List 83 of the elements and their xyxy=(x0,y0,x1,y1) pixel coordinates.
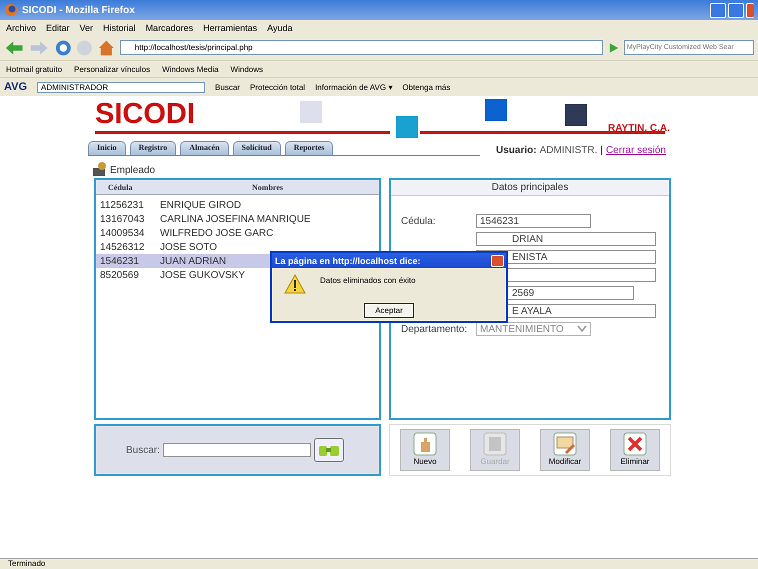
input-field[interactable]: 1546231 xyxy=(476,214,591,228)
action-button[interactable]: Nuevo xyxy=(400,429,450,471)
table-cell: ENRIQUE GIROD xyxy=(160,200,242,210)
minimize-button[interactable] xyxy=(710,2,726,18)
bookmark-link[interactable]: Windows Media xyxy=(162,64,219,74)
back-icon xyxy=(4,40,24,56)
bookmark-link[interactable]: Hotmail gratuito xyxy=(6,64,62,74)
menu-item[interactable]: Ver xyxy=(80,22,94,32)
table-cell-text: 8520569 xyxy=(100,270,140,280)
table-cell-text: 1546231 xyxy=(100,256,140,266)
section-title: Empleado xyxy=(110,165,156,176)
input-field[interactable]: DRIAN xyxy=(476,232,656,246)
toolbar-button[interactable]: Protección total xyxy=(250,82,306,92)
table-cell-text: 14009534 xyxy=(100,228,146,238)
table-cell: JOSE GUKOVSKY xyxy=(160,270,246,280)
home-icon xyxy=(98,38,115,56)
warning-icon xyxy=(284,274,306,294)
menu-item[interactable]: Ayuda xyxy=(267,22,292,32)
action-button[interactable]: Modificar xyxy=(540,429,590,471)
maximize-button[interactable] xyxy=(728,2,744,18)
toolbar-button[interactable]: Obtenga más xyxy=(402,82,450,92)
forward-icon xyxy=(29,40,50,56)
nav-tab[interactable]: Reportes xyxy=(284,141,334,155)
nav-tab[interactable]: Almacén xyxy=(180,141,229,155)
status-text: Terminado xyxy=(8,559,46,568)
document-pencil-icon xyxy=(553,432,577,456)
separator: | xyxy=(600,145,603,156)
window-title: SICODI - Mozilla Firefox xyxy=(22,4,136,16)
table-cell: JUAN ADRIAN xyxy=(160,256,226,266)
address-field[interactable]: http://localhost/tesis/principal.php xyxy=(120,40,603,55)
reload-icon xyxy=(54,38,72,56)
table-cell-text: 14526312 xyxy=(100,242,146,252)
avg-logo: AVG xyxy=(4,81,28,93)
user-name: ADMINISTR. xyxy=(540,145,598,156)
company-name: RAYTIN, C.A. xyxy=(608,123,670,134)
toolbar-button[interactable]: Buscar xyxy=(215,82,240,92)
column-header: Nombres xyxy=(251,182,284,192)
hand-icon xyxy=(413,432,437,456)
toolbar-button[interactable]: Información de AVG ▾ xyxy=(315,82,392,92)
cross-icon xyxy=(623,432,647,456)
table-row[interactable]: 13167043 CARLINA JOSEFINA MANRIQUE xyxy=(96,212,379,226)
table-row[interactable]: 14009534 WILFREDO JOSE GARC xyxy=(96,226,379,240)
decorative-square xyxy=(565,104,587,126)
bookmark-link[interactable]: Personalizar vínculos xyxy=(74,64,150,74)
search-label: Buscar: xyxy=(126,444,160,456)
field-label: Departamento: xyxy=(401,324,468,334)
action-button[interactable]: Eliminar xyxy=(610,429,660,471)
menu-item[interactable]: Herramientas xyxy=(203,22,258,32)
decorative-square xyxy=(485,99,507,121)
site-logo: SICODI xyxy=(95,98,195,131)
search-input[interactable] xyxy=(162,443,311,457)
search-button[interactable] xyxy=(314,438,344,462)
bookmark-link[interactable]: Windows xyxy=(230,64,263,74)
binoculars-icon xyxy=(318,443,340,457)
table-cell: CARLINA JOSEFINA MANRIQUE xyxy=(160,214,311,224)
logout-link[interactable]: Cerrar sesión xyxy=(606,145,666,156)
dialog-message: Datos eliminados con éxito xyxy=(320,276,416,285)
nav-tab[interactable]: Solicitud xyxy=(232,141,281,155)
column-header: Cédula xyxy=(107,182,134,192)
close-button[interactable] xyxy=(746,2,754,18)
table-cell-text: 13167043 xyxy=(100,214,146,224)
nav-tab[interactable]: Inicio xyxy=(88,141,126,155)
menu-item[interactable]: Editar xyxy=(46,22,70,32)
user-dropdown[interactable]: ADMINISTRADOR xyxy=(37,82,206,92)
table-cell: WILFREDO JOSE GARC xyxy=(160,228,274,238)
menu-item[interactable]: Archivo xyxy=(6,22,36,32)
ok-button[interactable]: Aceptar xyxy=(364,303,414,318)
field-label: Cédula: xyxy=(401,216,436,226)
employee-icon xyxy=(93,162,109,176)
menu-item[interactable]: Historial xyxy=(103,22,136,32)
stop-icon xyxy=(76,38,94,56)
table-row[interactable]: 14526312 JOSE SOTO xyxy=(96,240,379,254)
table-cell-text: 11256231 xyxy=(100,200,145,210)
close-button[interactable] xyxy=(491,254,504,266)
panel-title: Datos principales xyxy=(391,180,669,196)
table-cell: JOSE SOTO xyxy=(160,242,218,252)
nav-tab[interactable]: Registro xyxy=(130,141,176,155)
user-label: Usuario: xyxy=(496,145,537,156)
go-icon xyxy=(608,42,619,54)
decorative-square xyxy=(300,101,322,123)
decorative-square xyxy=(396,116,418,138)
table-row[interactable]: 11256231 ENRIQUE GIROD xyxy=(96,198,379,212)
menu-item[interactable]: Marcadores xyxy=(146,22,194,32)
